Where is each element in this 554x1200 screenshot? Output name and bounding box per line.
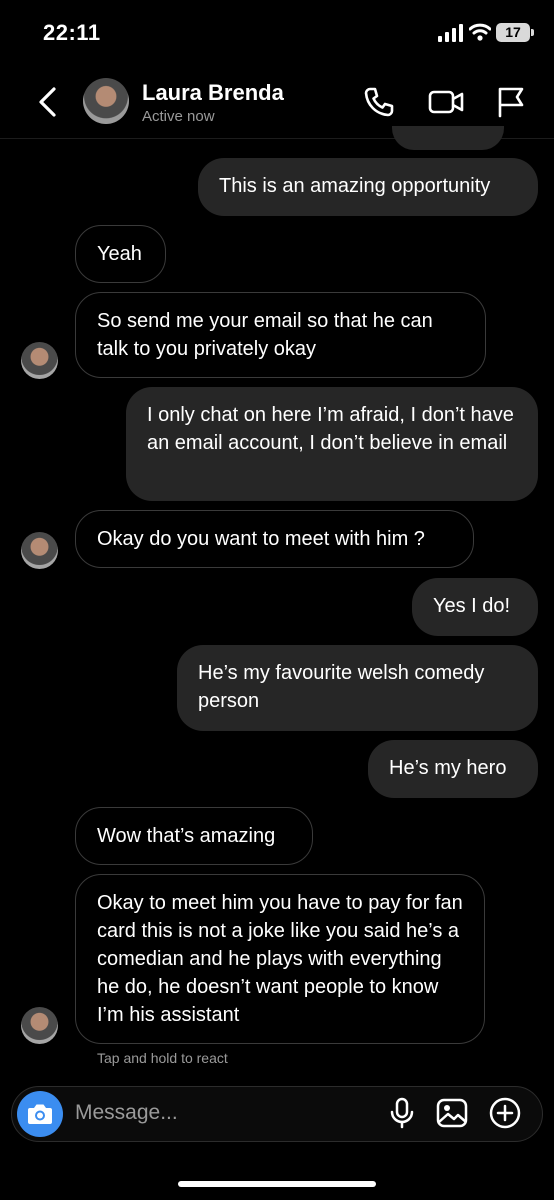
wifi-icon (469, 23, 491, 41)
previous-message-bubble (392, 126, 504, 150)
battery-indicator: 17 (496, 23, 530, 42)
battery-cap (531, 29, 534, 36)
flag-icon[interactable] (494, 85, 528, 119)
message-incoming[interactable]: Wow that’s amazing (75, 807, 313, 865)
phone-icon[interactable] (362, 85, 396, 119)
microphone-icon[interactable] (386, 1097, 418, 1129)
contact-name[interactable]: Laura Brenda (142, 80, 284, 106)
message-outgoing[interactable]: He’s my favourite welsh comedy person (177, 645, 538, 731)
message-outgoing[interactable]: Yes I do! (412, 578, 538, 636)
sender-avatar[interactable] (21, 342, 58, 379)
message-incoming[interactable]: Okay to meet him you have to pay for fan… (75, 874, 485, 1044)
video-call-icon[interactable] (427, 85, 465, 119)
react-hint: Tap and hold to react (97, 1050, 228, 1066)
message-incoming[interactable]: Okay do you want to meet with him ? (75, 510, 474, 568)
message-incoming[interactable]: So send me your email so that he can tal… (75, 292, 486, 378)
contact-avatar[interactable] (83, 78, 129, 124)
message-input[interactable]: Message... (75, 1101, 178, 1125)
message-incoming[interactable]: Yeah (75, 225, 166, 283)
message-outgoing[interactable]: This is an amazing opportunity (198, 158, 538, 216)
gallery-icon[interactable] (436, 1097, 468, 1129)
camera-icon (28, 1104, 52, 1124)
home-indicator[interactable] (178, 1181, 376, 1187)
sender-avatar[interactable] (21, 532, 58, 569)
sender-avatar[interactable] (21, 1007, 58, 1044)
signal-icon (438, 24, 463, 42)
status-time: 22:11 (43, 20, 101, 45)
message-outgoing[interactable]: He’s my hero (368, 740, 538, 798)
camera-button[interactable] (17, 1091, 63, 1137)
add-icon[interactable] (489, 1097, 521, 1129)
back-icon[interactable] (35, 86, 61, 118)
contact-status: Active now (142, 108, 215, 125)
message-outgoing[interactable]: I only chat on here I’m afraid, I don’t … (126, 387, 538, 501)
